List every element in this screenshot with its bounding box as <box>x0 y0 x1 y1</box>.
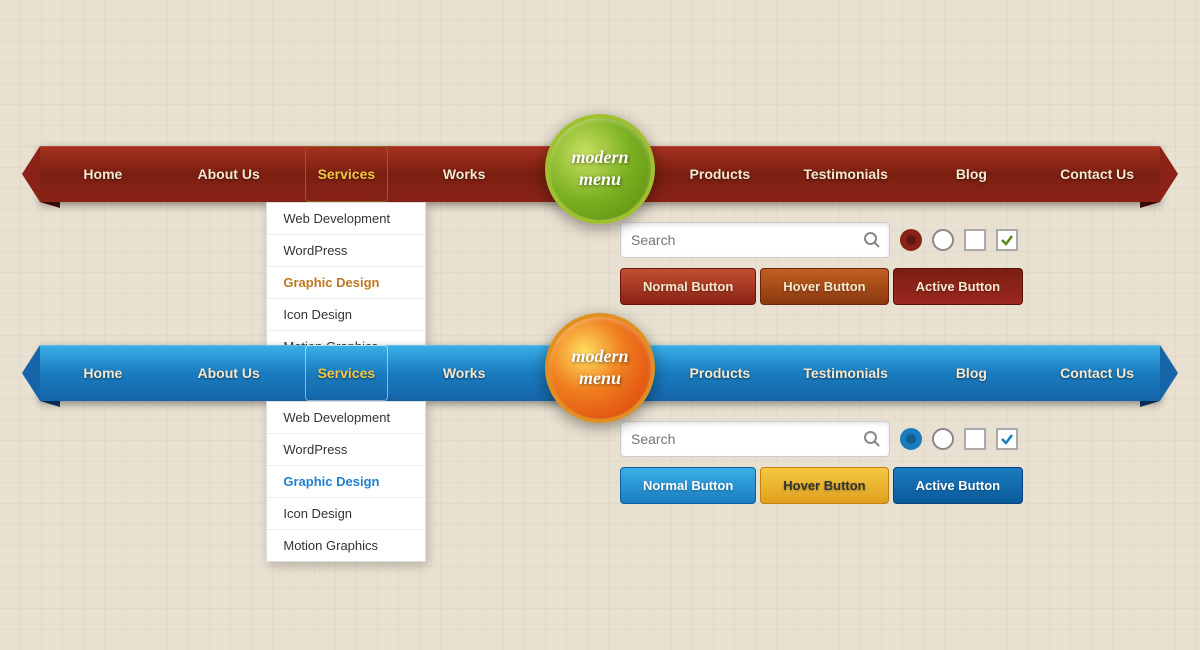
nav-testimonials-2[interactable]: Testimonials <box>783 345 909 401</box>
theme1-search-wrapper <box>620 222 890 258</box>
theme2-radio-outline[interactable] <box>932 428 954 450</box>
nav-about-2[interactable]: About Us <box>166 345 292 401</box>
nav-works-2[interactable]: Works <box>401 345 527 401</box>
theme2-normal-button[interactable]: Normal Button <box>620 467 756 504</box>
dropdown-item-wordpress-1[interactable]: WordPress <box>267 235 425 267</box>
theme1-buttons-row: Normal Button Hover Button Active Button <box>620 268 1023 305</box>
nav-about-1[interactable]: About Us <box>166 146 292 202</box>
nav-contact-1[interactable]: Contact Us <box>1034 146 1160 202</box>
nav-services-1[interactable]: Services <box>305 146 389 202</box>
checkmark-icon-1 <box>1000 233 1014 247</box>
theme2-bottom-controls: Normal Button Hover Button Active Button <box>620 421 1023 504</box>
dropdown-item-graphic-2[interactable]: Graphic Design <box>267 466 425 498</box>
nav-home-1[interactable]: Home <box>40 146 166 202</box>
nav-services-wrapper-2: Services Web Development WordPress Graph… <box>292 345 402 401</box>
theme2-search-input[interactable] <box>620 421 890 457</box>
theme1-active-button[interactable]: Active Button <box>893 268 1024 305</box>
dropdown-item-icon-1[interactable]: Icon Design <box>267 299 425 331</box>
ribbon-fold-left-2 <box>40 401 60 407</box>
theme1-checkbox-checked[interactable] <box>996 229 1018 251</box>
theme1-logo: modern menu <box>545 114 655 224</box>
radio-outline-inner-1 <box>939 236 947 244</box>
theme1-dropdown: Web Development WordPress Graphic Design… <box>266 202 426 363</box>
radio-inner-2 <box>906 434 916 444</box>
theme2-checkbox-empty[interactable] <box>964 428 986 450</box>
nav-services-2[interactable]: Services <box>305 345 389 401</box>
theme1-checkbox-empty[interactable] <box>964 229 986 251</box>
nav-services-wrapper-1: Services Web Development WordPress Graph… <box>292 146 402 202</box>
ribbon-fold-right-2 <box>1140 401 1160 407</box>
theme1-search-button[interactable] <box>854 222 890 258</box>
dropdown-item-icon-2[interactable]: Icon Design <box>267 498 425 530</box>
ribbon-fold-right-1 <box>1140 202 1160 208</box>
theme2-active-button[interactable]: Active Button <box>893 467 1024 504</box>
theme1-hover-button[interactable]: Hover Button <box>760 268 888 305</box>
ribbon-fold-left-1 <box>40 202 60 208</box>
dropdown-item-webdev-1[interactable]: Web Development <box>267 203 425 235</box>
nav-works-1[interactable]: Works <box>401 146 527 202</box>
theme2-section: Home About Us Services Web Development W… <box>40 345 1160 504</box>
theme2-search-button[interactable] <box>854 421 890 457</box>
theme2-search-wrapper <box>620 421 890 457</box>
theme2-search-row <box>620 421 1023 457</box>
dropdown-item-webdev-2[interactable]: Web Development <box>267 402 425 434</box>
theme1-section: Home About Us Services Web Development W… <box>40 146 1160 305</box>
nav-testimonials-1[interactable]: Testimonials <box>783 146 909 202</box>
radio-inner-1 <box>906 235 916 245</box>
theme1-nav-wrapper: Home About Us Services Web Development W… <box>40 146 1160 202</box>
nav-home-2[interactable]: Home <box>40 345 166 401</box>
dropdown-item-wordpress-2[interactable]: WordPress <box>267 434 425 466</box>
theme1-search-input[interactable] <box>620 222 890 258</box>
search-icon-1 <box>863 231 881 249</box>
theme1-bottom-controls: Normal Button Hover Button Active Button <box>620 222 1023 305</box>
theme1-normal-button[interactable]: Normal Button <box>620 268 756 305</box>
theme2-buttons-row: Normal Button Hover Button Active Button <box>620 467 1023 504</box>
theme2-logo-text: modern menu <box>571 346 628 389</box>
search-icon-2 <box>863 430 881 448</box>
nav-blog-1[interactable]: Blog <box>909 146 1035 202</box>
theme2-nav-wrapper: Home About Us Services Web Development W… <box>40 345 1160 401</box>
theme2-checkbox-checked[interactable] <box>996 428 1018 450</box>
dropdown-item-motion-2[interactable]: Motion Graphics <box>267 530 425 561</box>
theme2-dropdown: Web Development WordPress Graphic Design… <box>266 401 426 562</box>
nav-products-1[interactable]: Products <box>657 146 783 202</box>
theme2-controls: Normal Button Hover Button Active Button <box>40 421 1160 504</box>
theme1-search-row <box>620 222 1023 258</box>
theme2-hover-button[interactable]: Hover Button <box>760 467 888 504</box>
checkmark-icon-2 <box>1000 432 1014 446</box>
nav-products-2[interactable]: Products <box>657 345 783 401</box>
nav-contact-2[interactable]: Contact Us <box>1034 345 1160 401</box>
theme1-controls: Normal Button Hover Button Active Button <box>40 222 1160 305</box>
radio-outline-inner-2 <box>939 435 947 443</box>
theme2-logo: modern menu <box>545 313 655 423</box>
theme1-radio-filled[interactable] <box>900 229 922 251</box>
nav-blog-2[interactable]: Blog <box>909 345 1035 401</box>
theme1-radio-outline[interactable] <box>932 229 954 251</box>
theme2-radio-filled[interactable] <box>900 428 922 450</box>
theme1-logo-text: modern menu <box>571 147 628 190</box>
dropdown-item-graphic-1[interactable]: Graphic Design <box>267 267 425 299</box>
